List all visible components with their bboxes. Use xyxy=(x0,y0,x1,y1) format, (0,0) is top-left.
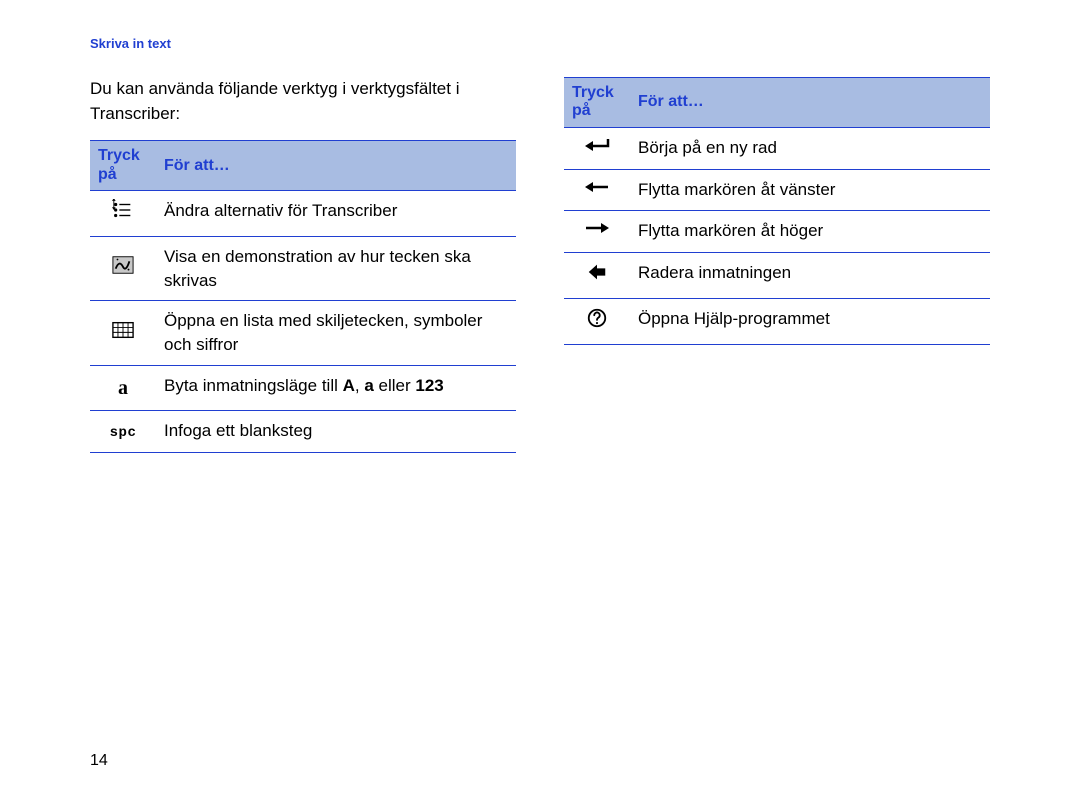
demo-icon xyxy=(90,236,156,301)
help-icon xyxy=(564,298,630,344)
space-icon: spc xyxy=(90,411,156,453)
page-number: 14 xyxy=(90,752,108,770)
table-row: Öppna Hjälp-programmet xyxy=(564,298,990,344)
table-row: Flytta markören åt vänster xyxy=(564,169,990,211)
table-header-col1: Tryck på xyxy=(564,78,630,128)
table-cell-description: Ändra alternativ för Transcriber xyxy=(156,191,516,237)
left-column: Du kan använda följande verktyg i verkty… xyxy=(90,77,516,453)
table-cell-description: Öppna en lista med skiljetecken, symbole… xyxy=(156,301,516,366)
letter-a-icon: a xyxy=(90,366,156,411)
table-cell-description: Flytta markören åt höger xyxy=(630,211,990,253)
tools-table-left: Tryck på För att… Ändra alternativ för T… xyxy=(90,140,516,452)
table-row: Börja på en ny rad xyxy=(564,127,990,169)
table-header-col1: Tryck på xyxy=(90,141,156,191)
table-cell-description: Infoga ett blanksteg xyxy=(156,411,516,453)
table-header-col2: För att… xyxy=(156,141,516,191)
table-cell-description: Radera inmatningen xyxy=(630,253,990,299)
backspace-icon xyxy=(564,253,630,299)
table-row: Ändra alternativ för Transcriber xyxy=(90,191,516,237)
table-row: Öppna en lista med skiljetecken, symbole… xyxy=(90,301,516,366)
table-cell-description: Visa en demonstration av hur tecken ska … xyxy=(156,236,516,301)
table-cell-description: Byta inmatningsläge till A, a eller 123 xyxy=(156,366,516,411)
table-header-col2: För att… xyxy=(630,78,990,128)
table-cell-description: Börja på en ny rad xyxy=(630,127,990,169)
tools-table-right: Tryck på För att… Börja på en ny radFlyt… xyxy=(564,77,990,345)
left-arrow-icon xyxy=(564,169,630,211)
chapter-title: Skriva in text xyxy=(90,36,990,51)
table-cell-description: Flytta markören åt vänster xyxy=(630,169,990,211)
intro-text: Du kan använda följande verktyg i verkty… xyxy=(90,77,516,126)
table-row: Visa en demonstration av hur tecken ska … xyxy=(90,236,516,301)
right-arrow-icon xyxy=(564,211,630,253)
right-column: Tryck på För att… Börja på en ny radFlyt… xyxy=(564,77,990,453)
table-row: spcInfoga ett blanksteg xyxy=(90,411,516,453)
table-cell-description: Öppna Hjälp-programmet xyxy=(630,298,990,344)
enter-icon xyxy=(564,127,630,169)
options-icon xyxy=(90,191,156,237)
table-row: aByta inmatningsläge till A, a eller 123 xyxy=(90,366,516,411)
table-row: Flytta markören åt höger xyxy=(564,211,990,253)
keyboard-icon xyxy=(90,301,156,366)
table-row: Radera inmatningen xyxy=(564,253,990,299)
